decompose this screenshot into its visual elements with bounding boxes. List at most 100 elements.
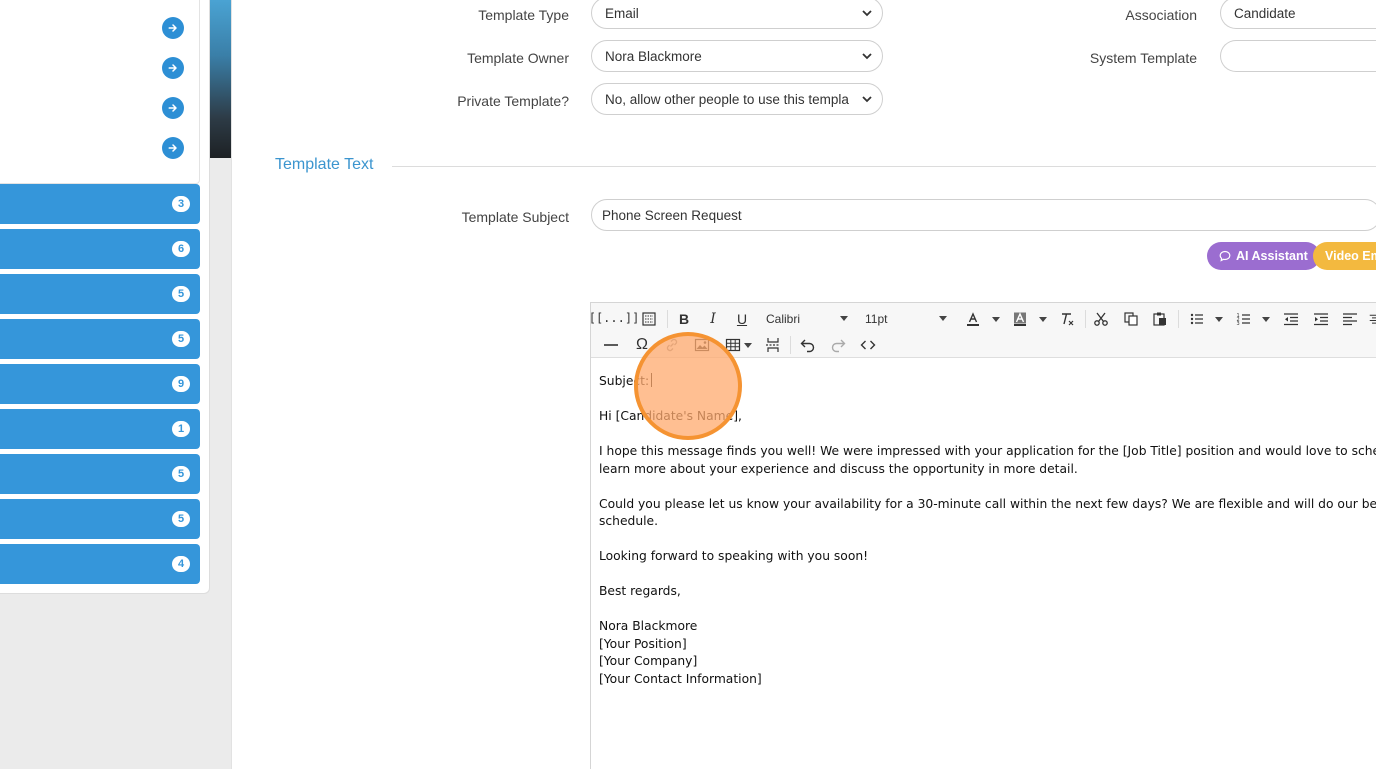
association-value: Candidate xyxy=(1234,5,1296,21)
sidebar-row[interactable]: 1 xyxy=(0,409,200,449)
template-icon[interactable] xyxy=(639,308,659,330)
editor-line: schedule. xyxy=(599,514,659,528)
chat-bubble-icon xyxy=(1219,250,1231,262)
click-indicator xyxy=(634,332,742,440)
editor-line: [Your Contact Information] xyxy=(599,671,762,686)
count-badge: 5 xyxy=(172,286,190,302)
font-size-value: 11pt xyxy=(865,312,888,326)
chevron-down-icon[interactable] xyxy=(744,343,752,348)
outdent-icon[interactable] xyxy=(1281,308,1301,330)
chevron-down-icon[interactable] xyxy=(1262,317,1270,322)
bold-icon[interactable]: B xyxy=(675,308,693,330)
chevron-down-icon xyxy=(862,10,872,17)
undo-icon[interactable] xyxy=(798,334,818,356)
toolbar-separator xyxy=(667,310,668,328)
count-badge: 6 xyxy=(172,241,190,257)
section-title: Template Text xyxy=(275,156,374,173)
editor-line: Nora Blackmore xyxy=(599,619,698,633)
sidebar-row[interactable]: 3 xyxy=(0,184,200,224)
numbered-list-icon[interactable]: 123 xyxy=(1234,308,1254,330)
ai-assistant-button[interactable]: AI Assistant xyxy=(1207,242,1320,270)
private-template-select[interactable]: No, allow other people to use this templ… xyxy=(591,83,883,115)
template-owner-select[interactable]: Nora Blackmore xyxy=(591,40,883,72)
redo-icon[interactable] xyxy=(828,334,848,356)
clear-formatting-icon[interactable] xyxy=(1057,308,1077,330)
private-template-value: No, allow other people to use this templ… xyxy=(605,91,849,107)
sidebar-row[interactable]: 5 xyxy=(0,499,200,539)
chevron-down-icon xyxy=(939,316,947,321)
chevron-down-icon[interactable] xyxy=(992,317,1000,322)
svg-text:3: 3 xyxy=(1237,321,1240,327)
sidebar-row[interactable]: 5 xyxy=(0,274,200,314)
system-template-select[interactable] xyxy=(1220,40,1376,72)
count-badge: 5 xyxy=(172,466,190,482)
count-badge: 5 xyxy=(172,331,190,347)
association-select[interactable]: Candidate xyxy=(1220,0,1376,29)
align-left-icon[interactable] xyxy=(1340,308,1360,330)
bullet-list-icon[interactable] xyxy=(1187,308,1207,330)
template-subject-input[interactable]: Phone Screen Request xyxy=(591,199,1376,231)
editor-line: I hope this message finds you well! We w… xyxy=(599,444,1376,458)
section-divider xyxy=(392,166,1376,167)
count-badge: 1 xyxy=(172,421,190,437)
sidebar-row[interactable]: 9 xyxy=(0,364,200,404)
font-size-select[interactable]: 11pt xyxy=(865,308,947,330)
copy-icon[interactable] xyxy=(1121,308,1141,330)
sidebar-row[interactable]: 5 xyxy=(0,319,200,359)
page-break-icon[interactable] xyxy=(763,334,783,356)
font-family-value: Calibri xyxy=(766,312,801,326)
template-owner-label: Template Owner xyxy=(467,50,569,66)
editor-line: [Your Company] xyxy=(599,654,698,668)
sidebar-row[interactable]: 5 xyxy=(0,454,200,494)
font-family-select[interactable]: Calibri xyxy=(766,308,848,330)
background-color-icon[interactable] xyxy=(1010,308,1030,330)
template-subject-value: Phone Screen Request xyxy=(602,207,742,223)
editor-line: learn more about your experience and dis… xyxy=(599,461,1078,476)
editor-line: Could you please let us know your availa… xyxy=(599,496,1376,511)
sidebar: 3 6 5 5 9 1 5 5 4 xyxy=(0,0,231,769)
align-center-icon[interactable] xyxy=(1369,308,1376,330)
video-email-button[interactable]: Video Em xyxy=(1313,242,1376,270)
toolbar-separator xyxy=(1085,310,1086,328)
sidebar-row[interactable]: 4 xyxy=(0,544,200,584)
count-badge: 4 xyxy=(172,556,190,572)
merge-field-icon[interactable]: [[...]] xyxy=(589,307,640,329)
chevron-down-icon xyxy=(862,53,872,60)
chevron-down-icon[interactable] xyxy=(1215,317,1223,322)
system-template-label: System Template xyxy=(1089,50,1197,66)
arrow-right-icon[interactable] xyxy=(162,137,184,159)
source-code-icon[interactable] xyxy=(858,334,878,356)
italic-icon[interactable]: I xyxy=(704,308,722,330)
chevron-down-icon[interactable] xyxy=(1039,317,1047,322)
template-owner-value: Nora Blackmore xyxy=(605,48,702,64)
editor-line: Looking forward to speaking with you soo… xyxy=(599,549,869,563)
template-type-label: Template Type xyxy=(478,7,569,23)
editor-line: Best regards, xyxy=(599,584,681,598)
underline-icon[interactable]: U xyxy=(733,308,751,330)
private-template-label: Private Template? xyxy=(457,93,569,109)
count-badge: 3 xyxy=(172,196,190,212)
arrow-right-icon[interactable] xyxy=(162,57,184,79)
count-badge: 9 xyxy=(172,376,190,392)
template-type-value: Email xyxy=(605,5,639,21)
template-subject-label: Template Subject xyxy=(461,209,569,225)
text-color-icon[interactable] xyxy=(963,308,983,330)
chevron-down-icon xyxy=(862,96,872,103)
count-badge: 5 xyxy=(172,511,190,527)
sidebar-links-panel xyxy=(0,0,200,184)
video-email-label: Video Em xyxy=(1325,249,1376,263)
association-label: Association xyxy=(1125,7,1197,23)
arrow-right-icon[interactable] xyxy=(162,17,184,39)
cut-icon[interactable] xyxy=(1091,308,1111,330)
indent-icon[interactable] xyxy=(1311,308,1331,330)
toolbar-separator xyxy=(790,336,791,354)
horizontal-line-icon[interactable] xyxy=(601,334,621,356)
accent-strip xyxy=(210,0,231,158)
arrow-right-icon[interactable] xyxy=(162,97,184,119)
ai-assistant-label: AI Assistant xyxy=(1236,249,1308,263)
toolbar-separator xyxy=(1178,310,1179,328)
sidebar-row[interactable]: 6 xyxy=(0,229,200,269)
editor-line: [Your Position] xyxy=(599,636,687,651)
paste-icon[interactable] xyxy=(1150,308,1170,330)
template-type-select[interactable]: Email xyxy=(591,0,883,29)
